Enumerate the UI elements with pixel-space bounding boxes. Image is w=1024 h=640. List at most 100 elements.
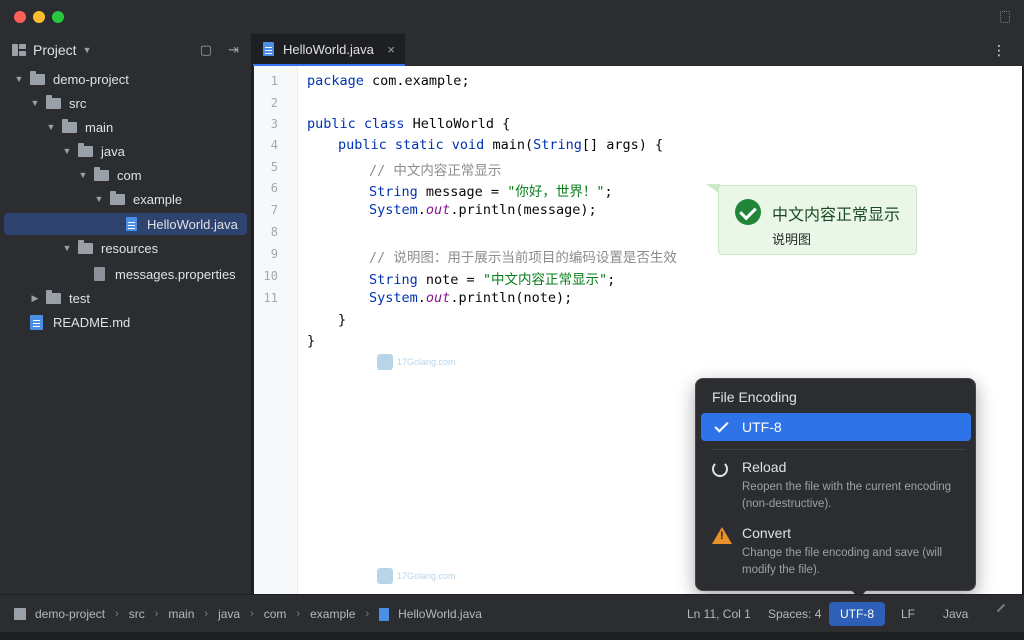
line-number: 2 — [270, 96, 278, 110]
options-icon[interactable]: ⇥ — [228, 42, 239, 58]
chevron-down-icon[interactable]: ▼ — [14, 74, 24, 84]
tree-item[interactable]: ▼ java — [0, 140, 251, 162]
chevron-right-icon: › — [250, 608, 254, 620]
java-file-icon — [379, 607, 390, 621]
tab-label: HelloWorld.java — [283, 41, 374, 57]
project-header[interactable]: Project ▼ ▢ ⇥ — [0, 34, 251, 66]
zoom-window-button[interactable] — [52, 11, 64, 23]
line-number: 1 — [270, 74, 278, 88]
line-number: 11 — [263, 291, 278, 305]
chevron-down-icon[interactable]: ▼ — [46, 122, 56, 132]
java-file-icon — [126, 217, 137, 231]
chevron-down-icon[interactable]: ▼ — [94, 194, 104, 204]
line-number: 7 — [270, 203, 278, 217]
close-tab-icon[interactable]: × — [387, 42, 395, 57]
encoding-selector[interactable]: UTF-8 — [829, 602, 885, 626]
encoding-option-utf8[interactable]: UTF-8 — [701, 413, 971, 441]
tab-helloworld-java[interactable]: HelloWorld.java × — [253, 34, 405, 66]
code-line-10: String note = "中文内容正常显示"; — [369, 272, 616, 288]
chevron-down-icon[interactable]: ▼ — [62, 146, 72, 156]
tree-item[interactable]: ▼ main — [0, 116, 251, 138]
warning-icon — [712, 527, 732, 544]
reload-label: Reload — [742, 459, 787, 475]
breadcrumb-item[interactable]: com — [264, 607, 287, 621]
indent-setting[interactable]: Spaces: 4 — [768, 595, 821, 633]
code-line-1: package com.example; — [307, 73, 470, 89]
chevron-down-icon[interactable]: ▼ — [62, 243, 72, 253]
project-sidebar: Project ▼ ▢ ⇥ ▼ demo-project ▼ src ▼ main ▼ jav… — [0, 34, 252, 594]
chevron-right-icon[interactable]: ▶ — [30, 293, 40, 304]
breadcrumb-item[interactable]: HelloWorld.java — [398, 607, 482, 621]
line-gutter: 1 2 3 4 5 6 7 8 9 10 11 — [254, 66, 298, 594]
check-circle-icon — [735, 199, 761, 225]
code-line-7: System.out.println(message); — [369, 202, 597, 218]
breadcrumb-item[interactable]: src — [129, 607, 145, 621]
collapse-icon[interactable]: ▢ — [200, 42, 212, 58]
tree-item-label: HelloWorld.java — [147, 216, 238, 232]
file-encoding-popup: File Encoding UTF-8 Reload Reopen the fi… — [695, 378, 976, 591]
cursor-position[interactable]: Ln 11, Col 1 — [687, 595, 751, 633]
checkmark-icon — [715, 421, 727, 433]
chevron-right-icon: › — [115, 608, 119, 620]
convert-option[interactable]: Convert Change the file encoding and sav… — [712, 525, 962, 576]
code-line-close-method: } — [338, 312, 347, 328]
status-bar: demo-project › src › main › java › com › example › H… — [0, 594, 1024, 632]
line-number: 8 — [270, 225, 278, 239]
close-window-button[interactable] — [14, 11, 26, 23]
tree-item[interactable]: README.md — [0, 311, 251, 333]
title-bar — [0, 0, 1024, 34]
line-number: 4 — [270, 138, 278, 152]
reload-option[interactable]: Reload Reopen the file with the current … — [712, 459, 962, 510]
breadcrumb-item[interactable]: example — [310, 607, 355, 621]
tree-item[interactable]: ▼ example — [0, 188, 251, 210]
tree-item[interactable]: HelloWorld.java — [4, 213, 247, 235]
chevron-right-icon: › — [204, 608, 209, 620]
tree-item[interactable]: messages.properties — [0, 263, 251, 285]
encoding-option-label: UTF-8 — [742, 419, 782, 435]
breadcrumb-item[interactable]: demo-project — [35, 607, 105, 621]
editor-tab-bar: HelloWorld.java × ⋮ — [253, 34, 1024, 66]
convert-description: Change the file encoding and save (will … — [742, 547, 943, 576]
tree-item[interactable]: ▶ test — [0, 287, 251, 309]
convert-label: Convert — [742, 525, 792, 541]
tree-item[interactable]: ▼ src — [0, 92, 251, 114]
callout-title: 中文内容正常显示 — [772, 207, 901, 224]
divider — [712, 449, 966, 450]
folder-icon — [30, 70, 45, 85]
code-line-9: // 说明图：用于展示当前项目的编码设置是否生效 — [369, 250, 677, 266]
chevron-down-icon[interactable]: ▼ — [30, 98, 40, 108]
expand-icon[interactable] — [1000, 11, 1010, 23]
tree-item-label: src — [69, 95, 87, 111]
tree-item-label: resources — [101, 240, 159, 256]
line-number: 9 — [270, 247, 278, 261]
tree-item[interactable]: ▼ resources — [0, 237, 251, 259]
line-number: 6 — [270, 181, 278, 195]
folder-icon — [46, 289, 61, 304]
tree-item-label: com — [117, 167, 142, 183]
more-menu-icon[interactable]: ⋮ — [992, 42, 1006, 59]
chevron-down-icon[interactable]: ▼ — [83, 45, 92, 55]
tree-item-label: main — [85, 119, 114, 135]
chevron-down-icon[interactable]: ▼ — [78, 170, 88, 180]
java-file-icon — [263, 42, 274, 56]
tree-item[interactable]: ▼ demo-project — [0, 68, 251, 90]
watermark-logo-icon — [377, 568, 393, 584]
minimize-window-button[interactable] — [33, 11, 45, 23]
code-line-3: public class HelloWorld { — [307, 116, 511, 132]
folder-icon — [46, 94, 61, 109]
breadcrumb-item[interactable]: main — [168, 607, 194, 621]
tree-item-label: test — [69, 290, 90, 306]
project-icon — [12, 43, 26, 57]
breadcrumb-item[interactable]: java — [218, 607, 240, 621]
watermark: 17Golang.com — [377, 354, 456, 370]
tree-item-label: README.md — [53, 314, 131, 330]
markdown-file-icon — [30, 314, 43, 330]
edit-icon[interactable] — [996, 603, 1006, 613]
code-line-close-class: } — [307, 333, 316, 349]
tree-item[interactable]: ▼ com — [0, 164, 251, 186]
tree-item-label: example — [133, 191, 183, 207]
line-separator[interactable]: LF — [901, 595, 915, 633]
encoding-callout: 中文内容正常显示 说明图 — [718, 185, 917, 255]
language-mode[interactable]: Java — [943, 595, 968, 633]
reload-description: Reopen the file with the current encodin… — [742, 481, 952, 510]
